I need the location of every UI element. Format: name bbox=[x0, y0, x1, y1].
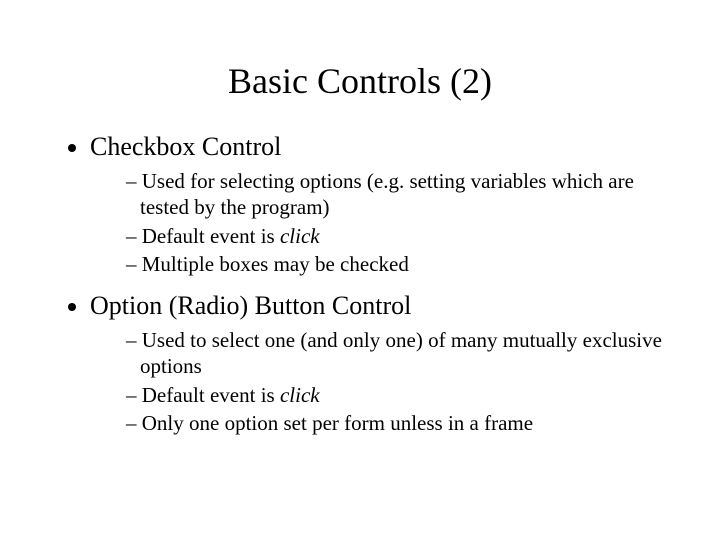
bullet-item: Checkbox Control Used for selecting opti… bbox=[90, 132, 670, 277]
sub-bullet-item: Multiple boxes may be checked bbox=[126, 251, 670, 277]
sub-bullet-item: Default event is click bbox=[126, 223, 670, 249]
slide-title: Basic Controls (2) bbox=[50, 60, 670, 102]
sub-bullet-list: Used to select one (and only one) of man… bbox=[90, 327, 670, 436]
bullet-label: Option (Radio) Button Control bbox=[90, 291, 411, 320]
sub-text-pre: Used for selecting options (e.g. setting… bbox=[140, 169, 634, 219]
bullet-label: Checkbox Control bbox=[90, 132, 281, 161]
sub-text-pre: Default event is bbox=[142, 224, 280, 248]
bullet-item: Option (Radio) Button Control Used to se… bbox=[90, 291, 670, 436]
sub-text-pre: Default event is bbox=[142, 383, 280, 407]
sub-bullet-item: Used to select one (and only one) of man… bbox=[126, 327, 670, 380]
sub-text-pre: Multiple boxes may be checked bbox=[142, 252, 409, 276]
sub-bullet-item: Only one option set per form unless in a… bbox=[126, 410, 670, 436]
sub-bullet-list: Used for selecting options (e.g. setting… bbox=[90, 168, 670, 277]
sub-bullet-item: Default event is click bbox=[126, 382, 670, 408]
sub-text-pre: Only one option set per form unless in a… bbox=[142, 411, 533, 435]
sub-text-italic: click bbox=[280, 383, 320, 407]
sub-text-pre: Used to select one (and only one) of man… bbox=[140, 328, 662, 378]
bullet-list: Checkbox Control Used for selecting opti… bbox=[50, 132, 670, 436]
slide: Basic Controls (2) Checkbox Control Used… bbox=[0, 0, 720, 540]
sub-bullet-item: Used for selecting options (e.g. setting… bbox=[126, 168, 670, 221]
sub-text-italic: click bbox=[280, 224, 320, 248]
